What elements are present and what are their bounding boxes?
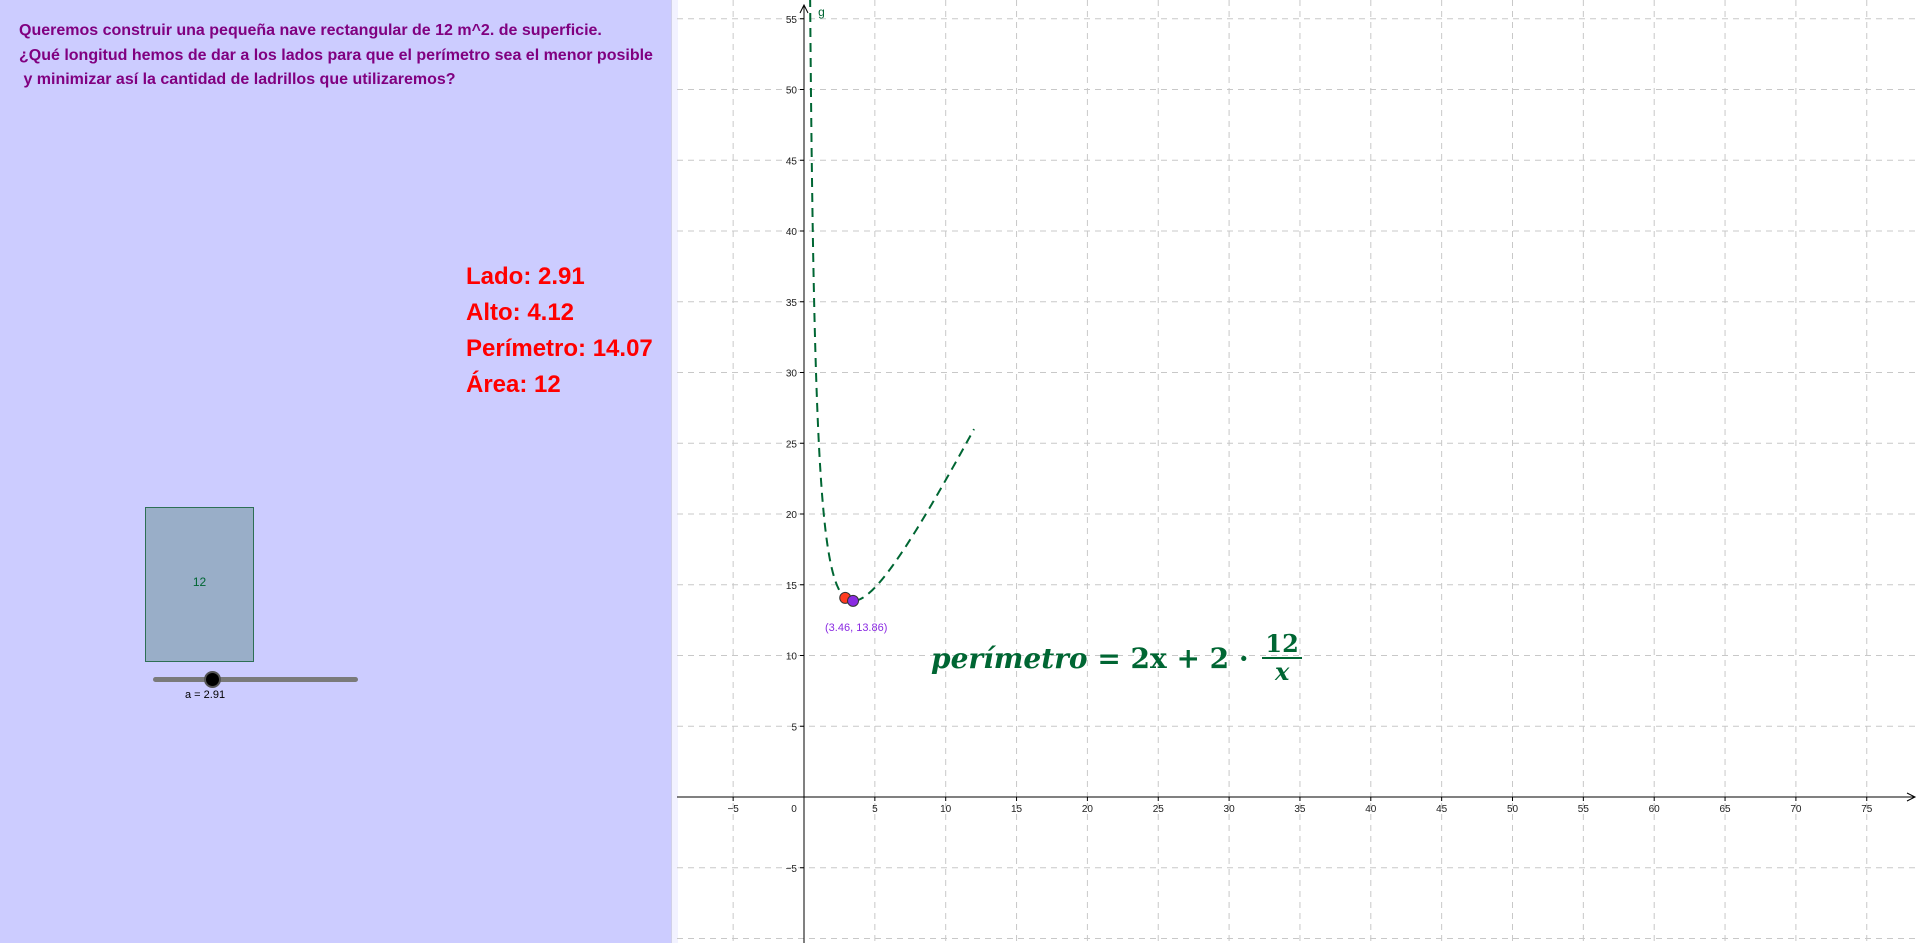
problem-line-3: y minimizar así la cantidad de ladrillos… (19, 71, 456, 88)
y-tick-label: 30 (786, 369, 798, 380)
grid (677, 0, 1920, 943)
x-tick-label: −5 (727, 804, 739, 815)
y-tick-label: 15 (786, 581, 798, 592)
y-tick-label: −5 (786, 864, 798, 875)
x-tick-label: 45 (1436, 804, 1448, 815)
y-tick-label: 55 (786, 15, 798, 26)
curve-label: g (818, 5, 825, 19)
y-tick-label: 20 (786, 510, 798, 521)
x-tick-label: 15 (1011, 804, 1023, 815)
x-tick-label: 65 (1719, 804, 1731, 815)
perimeter-formula: perímetro = 2x + 2 · 12 x (931, 631, 1302, 685)
formula-numerator: 12 (1265, 629, 1299, 658)
formula-lhs: perímetro (931, 641, 1088, 675)
y-tick-label: 5 (791, 722, 797, 733)
slider-handle[interactable] (204, 671, 222, 688)
formula-denominator: x (1274, 657, 1290, 686)
formula-fraction: 12 x (1262, 629, 1302, 686)
x-tick-label: 25 (1153, 804, 1165, 815)
minimum-point-label: (3.46, 13.86) (825, 622, 887, 634)
axes (677, 3, 1917, 943)
x-tick-label: 50 (1507, 804, 1519, 815)
formula-rhs: = 2x + 2 · (1087, 641, 1259, 675)
x-tick-label: 75 (1861, 804, 1873, 815)
left-panel: Queremos construir una pequeña nave rect… (0, 0, 671, 943)
slider-track[interactable] (153, 677, 358, 682)
building-rectangle: 12 (145, 507, 254, 662)
x-tick-label: 35 (1294, 804, 1306, 815)
y-tick-label: 40 (786, 227, 798, 238)
minimum-point[interactable] (847, 594, 860, 607)
x-tick-label: 5 (872, 804, 878, 815)
x-tick-label: 0 (791, 804, 797, 815)
problem-statement: Queremos construir una pequeña nave rect… (19, 19, 653, 93)
problem-line-2: ¿Qué longitud hemos de dar a los lados p… (19, 46, 653, 64)
x-tick-label: 55 (1578, 804, 1590, 815)
problem-line-1: Queremos construir una pequeña nave rect… (19, 22, 602, 39)
x-tick-label: 40 (1365, 804, 1377, 815)
x-tick-label: 70 (1790, 804, 1802, 815)
x-tick-label: 20 (1082, 804, 1094, 815)
slider-caption: a = 2.91 (185, 689, 226, 701)
area-text: Área: 12 (466, 371, 561, 398)
lado-text: Lado: 2.91 (466, 263, 585, 290)
x-tick-label: 30 (1224, 804, 1236, 815)
x-tick-label: 10 (940, 804, 952, 815)
y-tick-label: 25 (786, 439, 798, 450)
rectangle-area-label: 12 (192, 575, 207, 589)
x-tick-label: 60 (1649, 804, 1661, 815)
y-tick-label: 50 (786, 86, 798, 97)
y-tick-label: 10 (786, 652, 798, 663)
y-tick-label: 45 (786, 156, 798, 167)
perimeter-curve[interactable] (807, 0, 975, 602)
graph-view[interactable]: −5 0 5 10 15 20 25 30 35 40 45 50 55 60 65 70 75 55 50 45 40… (677, 0, 1920, 943)
alto-text: Alto: 4.12 (466, 299, 575, 326)
perimetro-text: Perímetro: 14.07 (466, 335, 653, 362)
y-tick-label: 35 (786, 298, 798, 309)
